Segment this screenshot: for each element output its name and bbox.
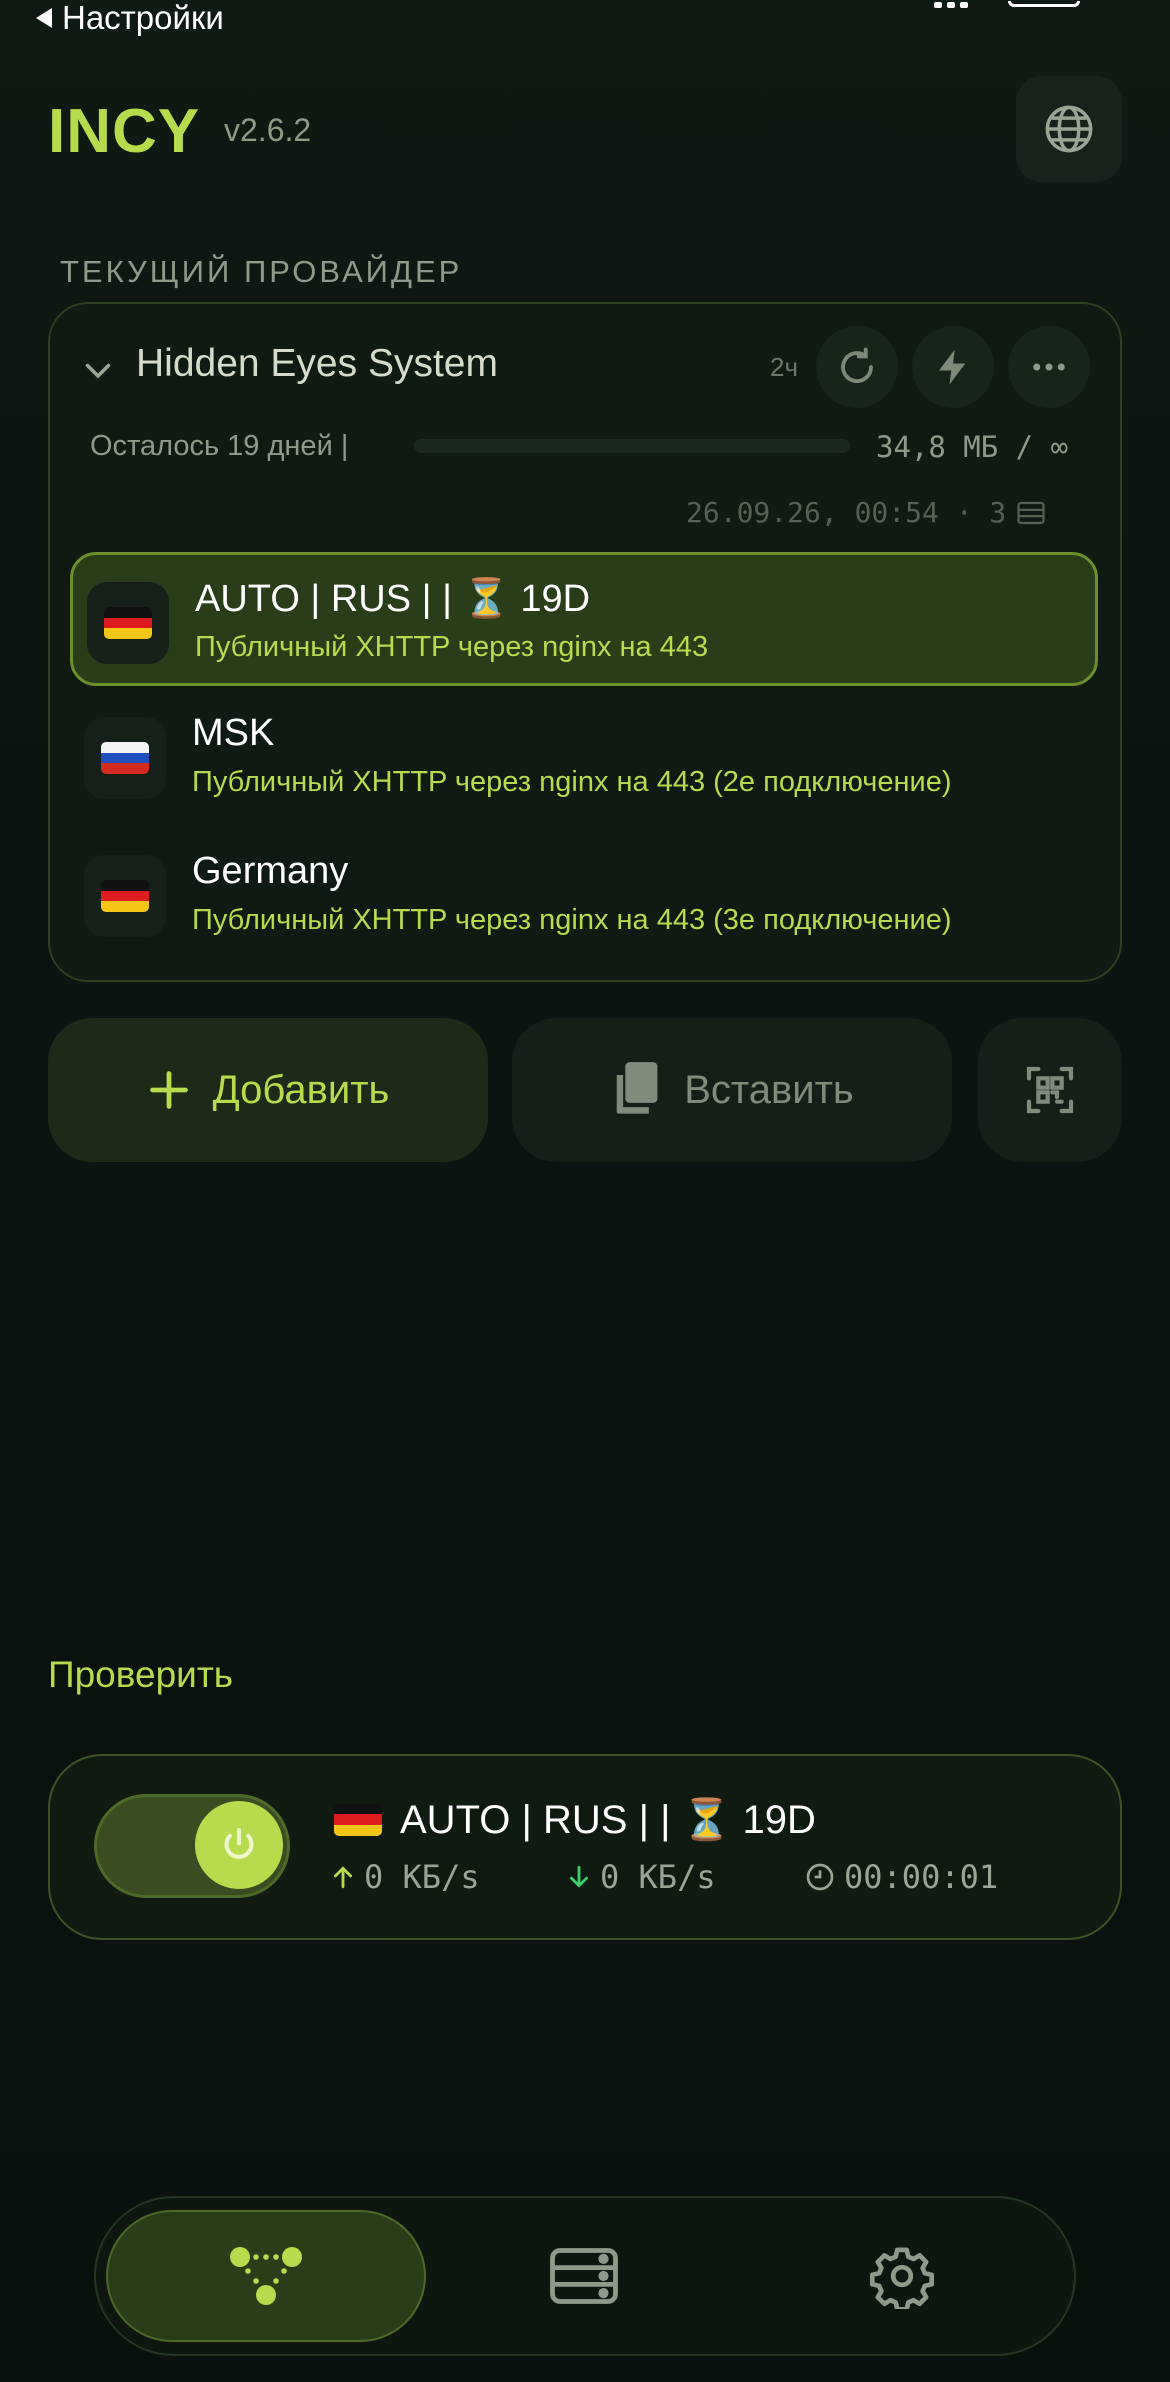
flag-de-icon [84,855,166,937]
connected-server: AUTO | RUS | | ⏳ 19D [334,1796,816,1843]
arrow-down-icon [570,1865,588,1888]
server-subtitle: Публичный XHTTP через nginx на 443 [195,631,709,663]
connected-server-title: AUTO | RUS | | ⏳ 19D [400,1798,816,1842]
add-button-label: Добавить [212,1067,390,1112]
section-title: ТЕКУЩИЙ ПРОВАЙДЕР [60,254,463,289]
tab-servers[interactable] [484,2210,684,2342]
flag-de-icon [334,1803,382,1836]
refresh-button[interactable] [816,326,898,408]
server-row[interactable]: Germany Публичный XHTTP через nginx на 4… [70,828,1098,962]
scan-qr-button[interactable] [978,1018,1122,1162]
days-remaining: Осталось 19 дней | [90,430,349,462]
network-nodes-icon [230,2247,302,2305]
paste-button[interactable]: Вставить [512,1018,952,1162]
provider-updated-ago: 2ч [770,352,799,382]
server-title: AUTO | RUS | | ⏳ 19D [195,578,591,620]
tab-connections[interactable] [106,2210,426,2342]
session-duration: 00:00:01 [804,1858,998,1896]
clipboard-icon [616,1062,658,1114]
toggle-knob [195,1801,283,1889]
traffic-usage: 34,8 МБ / ∞ [876,430,1069,464]
plus-icon [149,1071,188,1109]
server-subtitle: Публичный XHTTP через nginx на 443 (3е п… [192,904,952,936]
refresh-icon [841,347,873,383]
server-list-icon [550,2248,618,2304]
server-row[interactable]: MSK Публичный XHTTP через nginx на 443 (… [70,690,1098,824]
arrow-up-icon [334,1866,352,1889]
app-version: v2.6.2 [224,112,312,148]
traffic-usage-bar [414,439,850,453]
download-speed: 0 КБ/s [566,1858,716,1896]
vpn-power-toggle[interactable] [94,1794,290,1898]
server-subtitle: Публичный XHTTP через nginx на 443 (2е п… [192,766,952,798]
battery-icon [1008,1,1080,7]
more-dots-icon [1033,363,1065,371]
language-button[interactable] [1016,76,1122,182]
provider-name[interactable]: Hidden Eyes System [136,342,498,386]
ping-test-button[interactable] [912,326,994,408]
back-arrow-icon [36,8,52,28]
qr-scan-icon [1026,1066,1074,1114]
flag-de-icon [87,582,169,664]
upload-speed: 0 КБ/s [330,1858,480,1896]
check-connection-link[interactable]: Проверить [48,1654,233,1696]
download-speed-value: 0 КБ/s [600,1858,716,1896]
cellular-signal-icon [934,0,968,8]
session-duration-value: 00:00:01 [844,1858,999,1896]
globe-icon [1045,105,1093,153]
lightning-icon [939,349,966,385]
app-logo-title: INCY [48,97,201,166]
back-to-settings-link[interactable]: Настройки [36,0,224,36]
tab-settings[interactable] [802,2210,1002,2342]
updated-at-text: 26.09.26, 00:54 · 3 [686,496,1007,529]
server-stack-icon [1017,501,1045,524]
server-row[interactable]: AUTO | RUS | | ⏳ 19D Публичный XHTTP чер… [70,552,1098,686]
upload-speed-value: 0 КБ/s [364,1858,480,1896]
clock-icon [806,1863,834,1891]
add-button[interactable]: Добавить [48,1018,488,1162]
back-link-label: Настройки [62,0,224,36]
paste-button-label: Вставить [684,1067,854,1112]
chevron-down-icon[interactable] [80,352,116,388]
flag-ru-icon [84,717,166,799]
server-title: MSK [192,712,275,754]
gear-icon [869,2247,935,2309]
server-title: Germany [192,850,349,892]
power-icon [224,1828,254,1859]
status-indicators [934,0,1080,8]
more-options-button[interactable] [1008,326,1090,408]
provider-updated-at: 26.09.26, 00:54 · 3 [686,496,1046,529]
